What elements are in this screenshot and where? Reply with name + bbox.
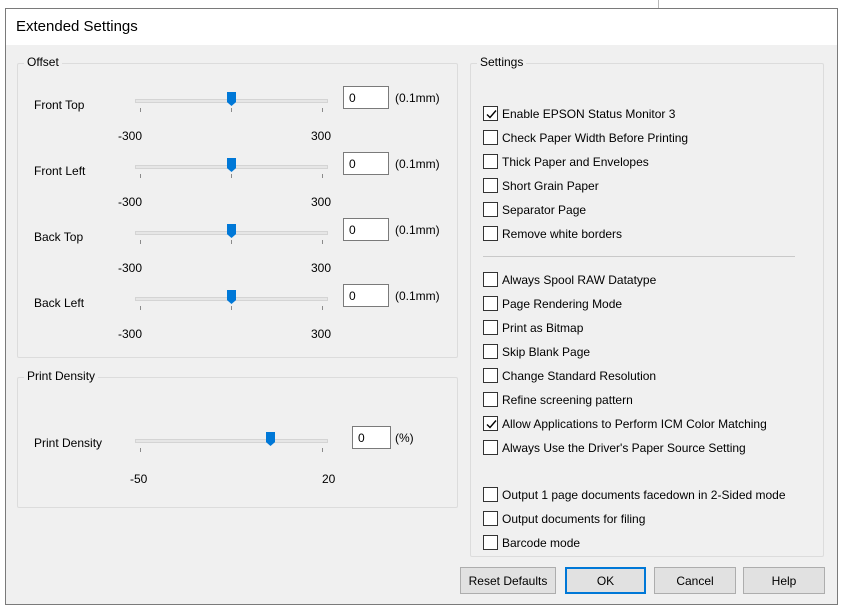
- offset-slider[interactable]: [135, 158, 328, 178]
- cancel-button[interactable]: Cancel: [654, 567, 736, 594]
- checkbox-label: Page Rendering Mode: [502, 297, 623, 311]
- checkbox-label: Thick Paper and Envelopes: [502, 155, 649, 169]
- checkbox[interactable]: [483, 368, 498, 383]
- slider-thumb[interactable]: [266, 432, 275, 446]
- checkbox[interactable]: [483, 272, 498, 287]
- offset-unit: (0.1mm): [395, 289, 440, 303]
- offset-max: 300: [311, 129, 332, 143]
- offset-group-label: Offset: [24, 55, 62, 69]
- offset-slider[interactable]: [135, 224, 328, 244]
- checkbox-label: Short Grain Paper: [502, 179, 599, 193]
- offset-unit: (0.1mm): [395, 91, 440, 105]
- slider-tick: [140, 306, 141, 310]
- checkbox-label: Enable EPSON Status Monitor 3: [502, 107, 676, 121]
- settings-group-label: Settings: [477, 55, 527, 69]
- slider-tick: [322, 306, 323, 310]
- checkbox-label: Allow Applications to Perform ICM Color …: [502, 417, 767, 431]
- slider-tick: [231, 174, 232, 178]
- offset-unit: (0.1mm): [395, 157, 440, 171]
- slider-tick: [231, 240, 232, 244]
- slider-thumb[interactable]: [227, 158, 236, 172]
- offset-slider[interactable]: [135, 290, 328, 310]
- offset-min: -300: [118, 129, 143, 143]
- ok-button[interactable]: OK: [565, 567, 646, 594]
- print-density-group-label: Print Density: [24, 369, 99, 383]
- slider-tick: [140, 108, 141, 112]
- slider-thumb[interactable]: [227, 92, 236, 106]
- checkbox-label: Output documents for filing: [502, 512, 646, 526]
- checkbox[interactable]: [483, 320, 498, 335]
- print-density-field[interactable]: 0: [352, 426, 391, 449]
- print-density-label: Print Density: [34, 436, 103, 450]
- background-strip: [0, 0, 851, 8]
- offset-row-label: Front Left: [34, 164, 86, 178]
- offset-value-field[interactable]: 0: [343, 284, 389, 307]
- checkbox-label: Barcode mode: [502, 536, 581, 550]
- checkbox-label: Print as Bitmap: [502, 321, 584, 335]
- slider-tick: [140, 240, 141, 244]
- checkmark-icon: [486, 110, 497, 119]
- slider-thumb[interactable]: [227, 224, 236, 238]
- slider-tick: [322, 240, 323, 244]
- checkbox-label: Change Standard Resolution: [502, 369, 657, 383]
- checkbox[interactable]: [483, 178, 498, 193]
- slider-tick: [322, 448, 323, 452]
- settings-divider: [483, 256, 795, 257]
- slider-tick: [231, 306, 232, 310]
- checkbox[interactable]: [483, 296, 498, 311]
- offset-value-field[interactable]: 0: [343, 218, 389, 241]
- help-button[interactable]: Help: [743, 567, 825, 594]
- checkbox-label: Always Use the Driver's Paper Source Set…: [502, 441, 746, 455]
- checkbox-label: Always Spool RAW Datatype: [502, 273, 657, 287]
- print-density-unit: (%): [395, 431, 414, 445]
- offset-min: -300: [118, 261, 143, 275]
- checkbox[interactable]: [483, 106, 498, 121]
- slider-tick: [322, 174, 323, 178]
- checkbox-label: Remove white borders: [502, 227, 623, 241]
- checkbox-label: Refine screening pattern: [502, 393, 633, 407]
- slider-tick: [140, 448, 141, 452]
- offset-row-label: Back Top: [34, 230, 84, 244]
- checkbox[interactable]: [483, 392, 498, 407]
- offset-value-field[interactable]: 0: [343, 86, 389, 109]
- slider-tick: [231, 108, 232, 112]
- checkbox[interactable]: [483, 440, 498, 455]
- slider-tick: [140, 174, 141, 178]
- checkmark-icon: [486, 420, 497, 429]
- offset-slider[interactable]: [135, 92, 328, 112]
- checkbox[interactable]: [483, 226, 498, 241]
- checkbox-label: Check Paper Width Before Printing: [502, 131, 689, 145]
- offset-row-label: Back Left: [34, 296, 85, 310]
- title-bar: Extended Settings: [6, 9, 837, 45]
- checkbox[interactable]: [483, 344, 498, 359]
- checkbox-label: Skip Blank Page: [502, 345, 591, 359]
- checkbox[interactable]: [483, 416, 498, 431]
- print-density-slider[interactable]: [135, 432, 328, 452]
- slider-track: [135, 439, 328, 443]
- checkbox[interactable]: [483, 130, 498, 145]
- checkbox[interactable]: [483, 154, 498, 169]
- offset-unit: (0.1mm): [395, 223, 440, 237]
- offset-max: 300: [311, 195, 332, 209]
- offset-row-label: Front Top: [34, 98, 85, 112]
- slider-tick: [322, 108, 323, 112]
- checkbox[interactable]: [483, 487, 498, 502]
- checkbox[interactable]: [483, 535, 498, 550]
- dialog-title: Extended Settings: [16, 18, 138, 35]
- slider-thumb[interactable]: [227, 290, 236, 304]
- checkbox-label: Separator Page: [502, 203, 587, 217]
- print-density-min: -50: [130, 472, 148, 486]
- offset-max: 300: [311, 327, 332, 341]
- checkbox-label: Output 1 page documents facedown in 2-Si…: [502, 488, 786, 502]
- reset-defaults-button[interactable]: Reset Defaults: [460, 567, 556, 594]
- checkbox[interactable]: [483, 511, 498, 526]
- offset-value-field[interactable]: 0: [343, 152, 389, 175]
- offset-min: -300: [118, 327, 143, 341]
- print-density-max: 20: [322, 472, 336, 486]
- checkbox[interactable]: [483, 202, 498, 217]
- offset-max: 300: [311, 261, 332, 275]
- offset-min: -300: [118, 195, 143, 209]
